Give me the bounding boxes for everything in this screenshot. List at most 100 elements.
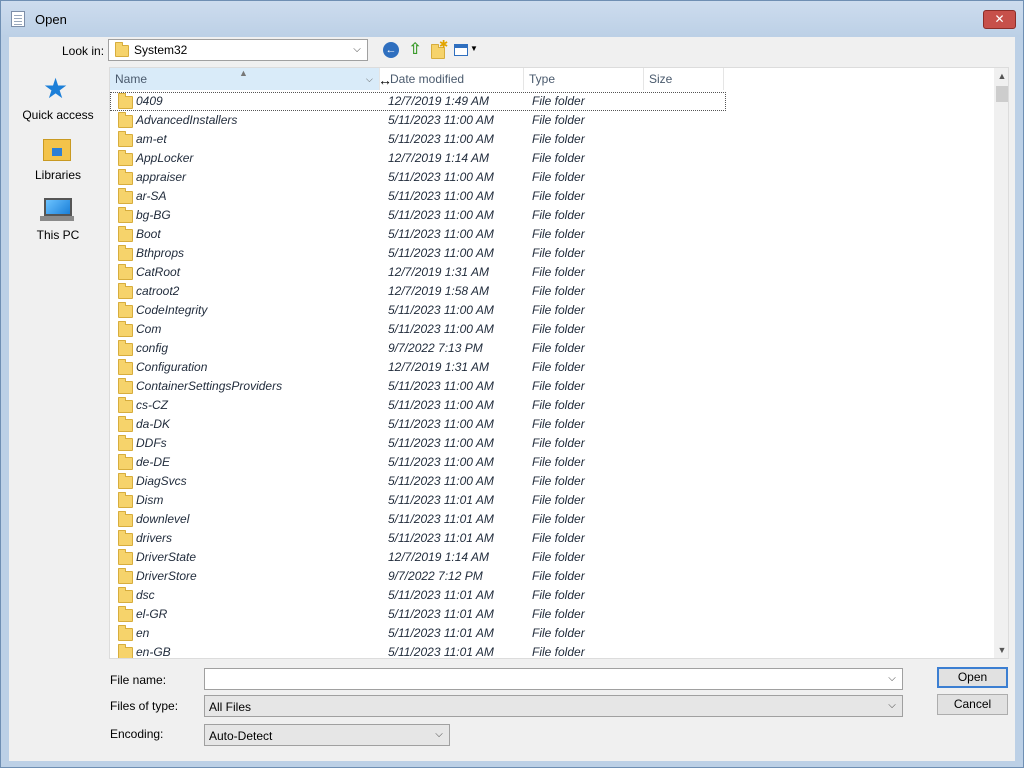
file-date: 5/11/2023 11:00 AM [388, 170, 494, 184]
file-row[interactable]: en-GB 5/11/2023 11:01 AM File folder [110, 643, 726, 658]
file-row[interactable]: AppLocker 12/7/2019 1:14 AM File folder [110, 149, 726, 168]
place-quick-access[interactable]: ★ Quick access [17, 73, 99, 129]
folder-icon [118, 530, 133, 546]
chevron-down-icon[interactable]: ⌵ [886, 700, 898, 712]
file-date: 5/11/2023 11:00 AM [388, 417, 494, 431]
file-row[interactable]: el-GR 5/11/2023 11:01 AM File folder [110, 605, 726, 624]
file-row[interactable]: en 5/11/2023 11:01 AM File folder [110, 624, 726, 643]
column-name-label: Name [115, 72, 148, 86]
folder-icon [118, 283, 133, 299]
file-row[interactable]: da-DK 5/11/2023 11:00 AM File folder [110, 415, 726, 434]
file-name-label: File name: [110, 673, 167, 687]
file-type: File folder [532, 569, 585, 583]
file-date: 5/11/2023 11:01 AM [388, 531, 494, 545]
file-date: 5/11/2023 11:01 AM [388, 493, 494, 507]
file-type: File folder [532, 398, 585, 412]
file-row[interactable]: 0409 12/7/2019 1:49 AM File folder [110, 92, 726, 111]
computer-icon [40, 198, 74, 221]
chevron-down-icon[interactable]: ⌵ [351, 44, 363, 56]
file-row[interactable]: cs-CZ 5/11/2023 11:00 AM File folder [110, 396, 726, 415]
file-date: 9/7/2022 7:13 PM [388, 341, 483, 355]
file-row[interactable]: dsc 5/11/2023 11:01 AM File folder [110, 586, 726, 605]
file-type: File folder [532, 531, 585, 545]
file-type: File folder [532, 417, 585, 431]
file-name: downlevel [136, 512, 190, 526]
file-name: ar-SA [136, 189, 167, 203]
folder-icon [118, 378, 133, 394]
file-row[interactable]: CatRoot 12/7/2019 1:31 AM File folder [110, 263, 726, 282]
file-row[interactable]: DriverState 12/7/2019 1:14 AM File folder [110, 548, 726, 567]
file-row[interactable]: CodeIntegrity 5/11/2023 11:00 AM File fold… [110, 301, 726, 320]
file-type: File folder [532, 113, 585, 127]
column-header-type[interactable]: Type [524, 68, 644, 90]
column-header-size[interactable]: Size [644, 68, 724, 90]
up-folder-icon[interactable]: ⇧ [406, 41, 424, 59]
folder-icon [118, 169, 133, 185]
view-grid-icon [454, 44, 468, 56]
file-type: File folder [532, 436, 585, 450]
file-type: File folder [532, 246, 585, 260]
file-row[interactable]: ar-SA 5/11/2023 11:00 AM File folder [110, 187, 726, 206]
file-row[interactable]: de-DE 5/11/2023 11:00 AM File folder [110, 453, 726, 472]
file-row[interactable]: catroot2 12/7/2019 1:58 AM File folder [110, 282, 726, 301]
title-bar[interactable]: Open ✕ [1, 1, 1023, 37]
file-row[interactable]: Configuration 12/7/2019 1:31 AM File folde… [110, 358, 726, 377]
file-row[interactable]: AdvancedInstallers 5/11/2023 11:00 AM File… [110, 111, 726, 130]
folder-icon [118, 207, 133, 223]
file-date: 5/11/2023 11:00 AM [388, 474, 494, 488]
encoding-dropdown[interactable]: Auto-Detect ⌵ [204, 724, 450, 746]
file-row[interactable]: downlevel 5/11/2023 11:01 AM File folder [110, 510, 726, 529]
back-arrow-icon[interactable]: ← [383, 42, 399, 58]
file-row[interactable]: config 9/7/2022 7:13 PM File folder [110, 339, 726, 358]
file-date: 5/11/2023 11:00 AM [388, 398, 494, 412]
sort-up-icon: ▲ [239, 68, 248, 78]
file-row[interactable]: appraiser 5/11/2023 11:00 AM File folder [110, 168, 726, 187]
file-row[interactable]: am-et 5/11/2023 11:00 AM File folder [110, 130, 726, 149]
file-row[interactable]: Dism 5/11/2023 11:01 AM File folder [110, 491, 726, 510]
vertical-scrollbar[interactable]: ▲ ▼ [994, 68, 1008, 658]
folder-icon [118, 359, 133, 375]
file-row[interactable]: ContainerSettingsProviders 5/11/2023 11:0… [110, 377, 726, 396]
folder-icon [118, 606, 133, 622]
new-folder-icon[interactable]: ✱ [429, 39, 448, 59]
file-type: File folder [532, 151, 585, 165]
column-header-date[interactable]: Date modified [380, 68, 524, 90]
look-in-label: Look in: [62, 44, 105, 58]
chevron-down-icon[interactable]: ⌵ [433, 729, 445, 741]
scroll-thumb[interactable] [996, 86, 1008, 102]
folder-icon [118, 112, 133, 128]
file-name: CodeIntegrity [136, 303, 208, 317]
view-menu-icon[interactable]: ▼ [453, 41, 479, 59]
close-button[interactable]: ✕ [983, 10, 1016, 29]
file-type: File folder [532, 626, 585, 640]
column-header-name[interactable]: Name ▲ ⌵ [110, 68, 380, 90]
scroll-down-icon[interactable]: ▼ [994, 642, 1008, 658]
file-name-input[interactable]: ⌵ [204, 668, 903, 690]
look-in-dropdown[interactable]: System32 ⌵ [108, 39, 368, 61]
file-row[interactable]: Bthprops 5/11/2023 11:00 AM File folder [110, 244, 726, 263]
cancel-button[interactable]: Cancel [937, 694, 1008, 715]
file-type: File folder [532, 360, 585, 374]
folder-icon [118, 473, 133, 489]
file-name: en [136, 626, 150, 640]
scroll-up-icon[interactable]: ▲ [994, 68, 1008, 84]
open-button[interactable]: Open [937, 667, 1008, 688]
file-name: drivers [136, 531, 173, 545]
file-row[interactable]: bg-BG 5/11/2023 11:00 AM File folder [110, 206, 726, 225]
place-libraries[interactable]: Libraries [17, 133, 99, 189]
file-row[interactable]: drivers 5/11/2023 11:01 AM File folder [110, 529, 726, 548]
file-row[interactable]: DriverStore 9/7/2022 7:12 PM File folder [110, 567, 726, 586]
place-label: Quick access [22, 108, 94, 122]
place-this-pc[interactable]: This PC [17, 193, 99, 249]
folder-icon [118, 340, 133, 356]
file-list[interactable]: Name ▲ ⌵ Date modified Type Size ↔ 0409 1… [109, 67, 1009, 659]
file-row[interactable]: Boot 5/11/2023 11:00 AM File folder [110, 225, 726, 244]
file-type: File folder [532, 588, 585, 602]
file-row[interactable]: DiagSvcs 5/11/2023 11:00 AM File folder [110, 472, 726, 491]
chevron-down-icon[interactable]: ⌵ [366, 68, 373, 90]
file-row[interactable]: DDFs 5/11/2023 11:00 AM File folder [110, 434, 726, 453]
file-row[interactable]: Com 5/11/2023 11:00 AM File folder [110, 320, 726, 339]
chevron-down-icon[interactable]: ⌵ [886, 673, 898, 685]
file-date: 12/7/2019 1:14 AM [388, 151, 489, 165]
file-type-dropdown[interactable]: All Files ⌵ [204, 695, 903, 717]
